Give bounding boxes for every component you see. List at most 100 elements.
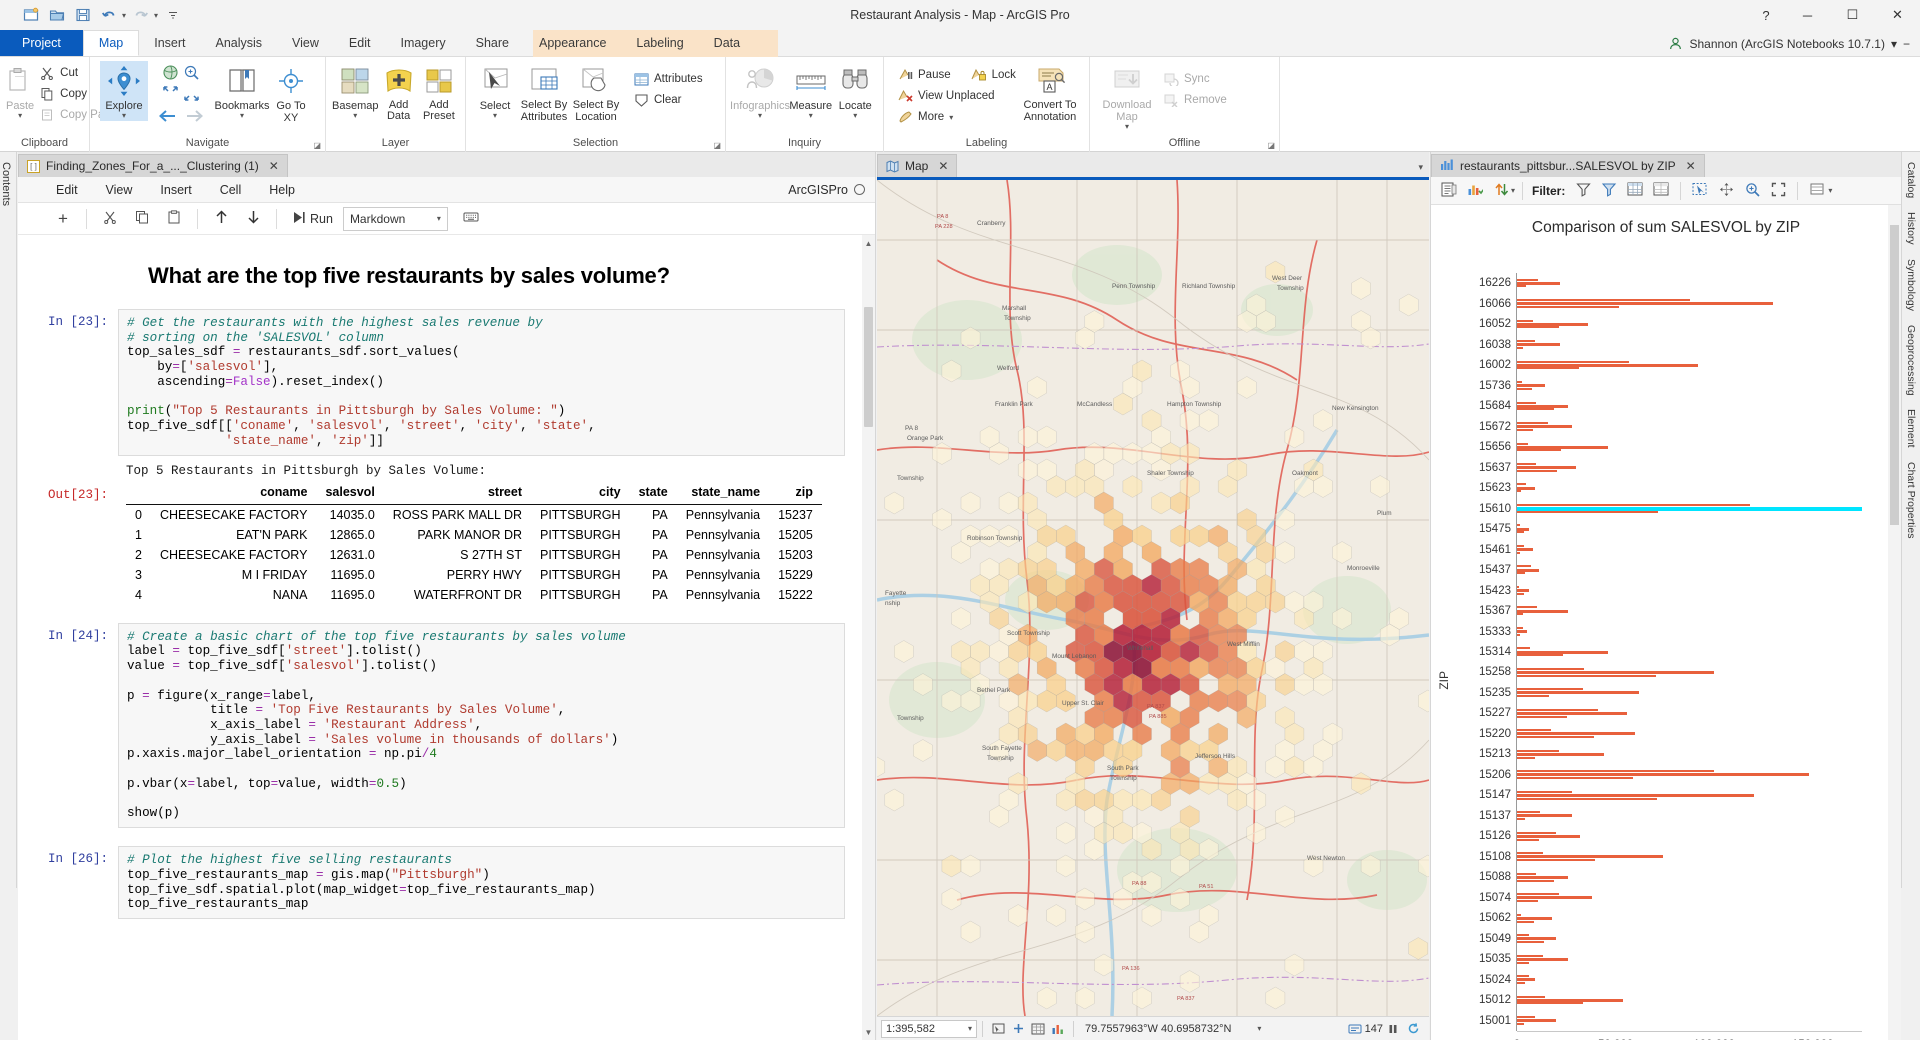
maximize-button[interactable]: ☐ bbox=[1830, 0, 1875, 30]
chart-bar[interactable] bbox=[1517, 483, 1526, 485]
sort-caret[interactable]: ▾ bbox=[1511, 186, 1515, 195]
chart-bar[interactable] bbox=[1517, 443, 1528, 445]
redo-dropdown-caret[interactable]: ▾ bbox=[154, 11, 158, 20]
chart-bar[interactable] bbox=[1517, 490, 1521, 492]
chart-tab-close-icon[interactable]: ✕ bbox=[1686, 159, 1696, 173]
undo-dropdown-caret[interactable]: ▾ bbox=[122, 11, 126, 20]
map-chart-icon[interactable] bbox=[1048, 1020, 1068, 1038]
chart-bar[interactable] bbox=[1517, 770, 1714, 772]
chart-bar[interactable] bbox=[1517, 320, 1533, 322]
chart-bar[interactable] bbox=[1517, 712, 1627, 715]
tab-appearance[interactable]: Appearance bbox=[524, 30, 621, 56]
chart-bar[interactable] bbox=[1517, 429, 1533, 431]
map-table-icon[interactable] bbox=[1028, 1020, 1048, 1038]
chart-select-button[interactable] bbox=[1688, 180, 1712, 202]
new-project-icon[interactable] bbox=[20, 4, 42, 26]
measure-caret[interactable]: ▾ bbox=[809, 112, 813, 121]
chart-bar[interactable] bbox=[1517, 1002, 1583, 1004]
chart-bar[interactable] bbox=[1517, 384, 1545, 387]
chart-bar[interactable] bbox=[1517, 425, 1572, 428]
chart-bar[interactable] bbox=[1517, 996, 1545, 998]
chart-bar[interactable] bbox=[1517, 306, 1619, 308]
copy-cell-button[interactable] bbox=[127, 207, 157, 231]
chart-bar[interactable] bbox=[1517, 572, 1525, 574]
chart-bar[interactable] bbox=[1517, 647, 1530, 649]
chart-view-tab[interactable]: restaurants_pittsbur...SALESVOL by ZIP ✕ bbox=[1431, 154, 1705, 177]
chart-bar[interactable] bbox=[1517, 340, 1535, 342]
chart-bar[interactable] bbox=[1517, 709, 1598, 711]
notebook-tab-close-icon[interactable]: ✕ bbox=[269, 159, 279, 173]
command-palette-button[interactable] bbox=[456, 207, 486, 231]
tab-share[interactable]: Share bbox=[461, 30, 524, 56]
more-labeling-caret[interactable]: ▾ bbox=[949, 113, 953, 122]
chart-bar[interactable] bbox=[1517, 1016, 1535, 1018]
chart-bar[interactable] bbox=[1517, 422, 1548, 424]
map-tab-close-icon[interactable]: ✕ bbox=[938, 159, 948, 173]
chart-bar[interactable] bbox=[1517, 757, 1535, 759]
map-scale-caret[interactable]: ▾ bbox=[968, 1024, 972, 1033]
chart-bar[interactable] bbox=[1517, 593, 1524, 595]
chart-bar[interactable] bbox=[1517, 691, 1639, 694]
chart-bar[interactable] bbox=[1517, 654, 1563, 656]
notebook-menu-insert[interactable]: Insert bbox=[160, 183, 191, 197]
chart-bar[interactable] bbox=[1517, 347, 1523, 349]
chart-bar[interactable] bbox=[1517, 921, 1534, 923]
selection-dialog-launcher[interactable]: ◪ bbox=[713, 141, 721, 150]
tab-project[interactable]: Project bbox=[0, 30, 83, 56]
chart-bar[interactable] bbox=[1517, 896, 1592, 899]
download-map-caret[interactable]: ▾ bbox=[1125, 123, 1129, 132]
chart-bar[interactable] bbox=[1517, 732, 1635, 735]
notebook-menu-view[interactable]: View bbox=[106, 183, 133, 197]
basemap-button[interactable]: Basemap ▾ bbox=[332, 61, 378, 121]
chart-table-button[interactable] bbox=[1623, 180, 1647, 202]
chart-vertical-scrollbar[interactable] bbox=[1888, 205, 1901, 1040]
chart-bar[interactable] bbox=[1517, 668, 1584, 670]
chart-bar[interactable] bbox=[1517, 736, 1594, 738]
map-view-tab[interactable]: Map ✕ bbox=[877, 154, 957, 177]
chart-bar[interactable] bbox=[1517, 552, 1520, 554]
map-selection-tool-icon[interactable] bbox=[988, 1020, 1008, 1038]
dock-tab-history[interactable]: History bbox=[1905, 212, 1917, 245]
chart-bar[interactable] bbox=[1517, 326, 1559, 328]
open-project-icon[interactable] bbox=[46, 4, 68, 26]
chart-bar[interactable] bbox=[1517, 814, 1572, 817]
sync-button[interactable]: Sync bbox=[1158, 69, 1232, 89]
map-add-selection-icon[interactable] bbox=[1008, 1020, 1028, 1038]
account-dropdown-caret[interactable]: ▾ bbox=[1891, 37, 1897, 51]
chart-bar[interactable] bbox=[1517, 402, 1536, 404]
chart-bar[interactable] bbox=[1517, 893, 1559, 895]
chart-bar[interactable] bbox=[1517, 487, 1535, 490]
chart-pan-button[interactable] bbox=[1714, 180, 1738, 202]
next-extent-icon[interactable] bbox=[185, 108, 205, 127]
chart-more-button[interactable] bbox=[1805, 180, 1829, 202]
pause-labeling-button[interactable]: Pause bbox=[892, 65, 956, 85]
chart-bar[interactable] bbox=[1517, 548, 1533, 551]
chart-bar[interactable] bbox=[1517, 302, 1773, 305]
chart-bar[interactable] bbox=[1517, 773, 1809, 776]
locate-button[interactable]: Locate ▾ bbox=[833, 61, 877, 121]
close-button[interactable]: ✕ bbox=[1875, 0, 1920, 30]
chart-bar[interactable] bbox=[1517, 917, 1552, 920]
chart-bar[interactable] bbox=[1517, 405, 1568, 408]
chart-bar[interactable] bbox=[1517, 586, 1519, 588]
chart-bar[interactable] bbox=[1517, 610, 1568, 613]
chart-bar[interactable] bbox=[1517, 671, 1714, 674]
select-by-location-button[interactable]: Select By Location bbox=[570, 61, 622, 123]
chart-selected-bar[interactable] bbox=[1517, 507, 1862, 511]
infographics-button[interactable]: Infographics ▾ bbox=[732, 61, 788, 121]
code-editor-in26[interactable]: # Plot the highest five selling restaura… bbox=[118, 846, 845, 919]
move-cell-up-button[interactable] bbox=[206, 207, 236, 231]
chart-bar[interactable] bbox=[1517, 876, 1568, 879]
add-cell-button[interactable]: + bbox=[48, 207, 78, 231]
bookmarks-caret[interactable]: ▾ bbox=[240, 112, 244, 121]
tab-view[interactable]: View bbox=[277, 30, 334, 56]
chart-zoom-button[interactable] bbox=[1740, 180, 1764, 202]
account-area[interactable]: Shannon (ArcGIS Notebooks 10.7.1) ▾ − bbox=[1668, 30, 1911, 57]
chart-bar[interactable] bbox=[1517, 716, 1567, 718]
undo-icon[interactable] bbox=[98, 4, 120, 26]
chart-bar[interactable] bbox=[1517, 941, 1544, 943]
code-editor-in23[interactable]: # Get the restaurants with the highest s… bbox=[118, 309, 845, 456]
account-more[interactable]: − bbox=[1903, 37, 1910, 51]
chart-bar[interactable] bbox=[1517, 695, 1549, 697]
fixed-zoom-in-icon[interactable] bbox=[162, 85, 179, 105]
